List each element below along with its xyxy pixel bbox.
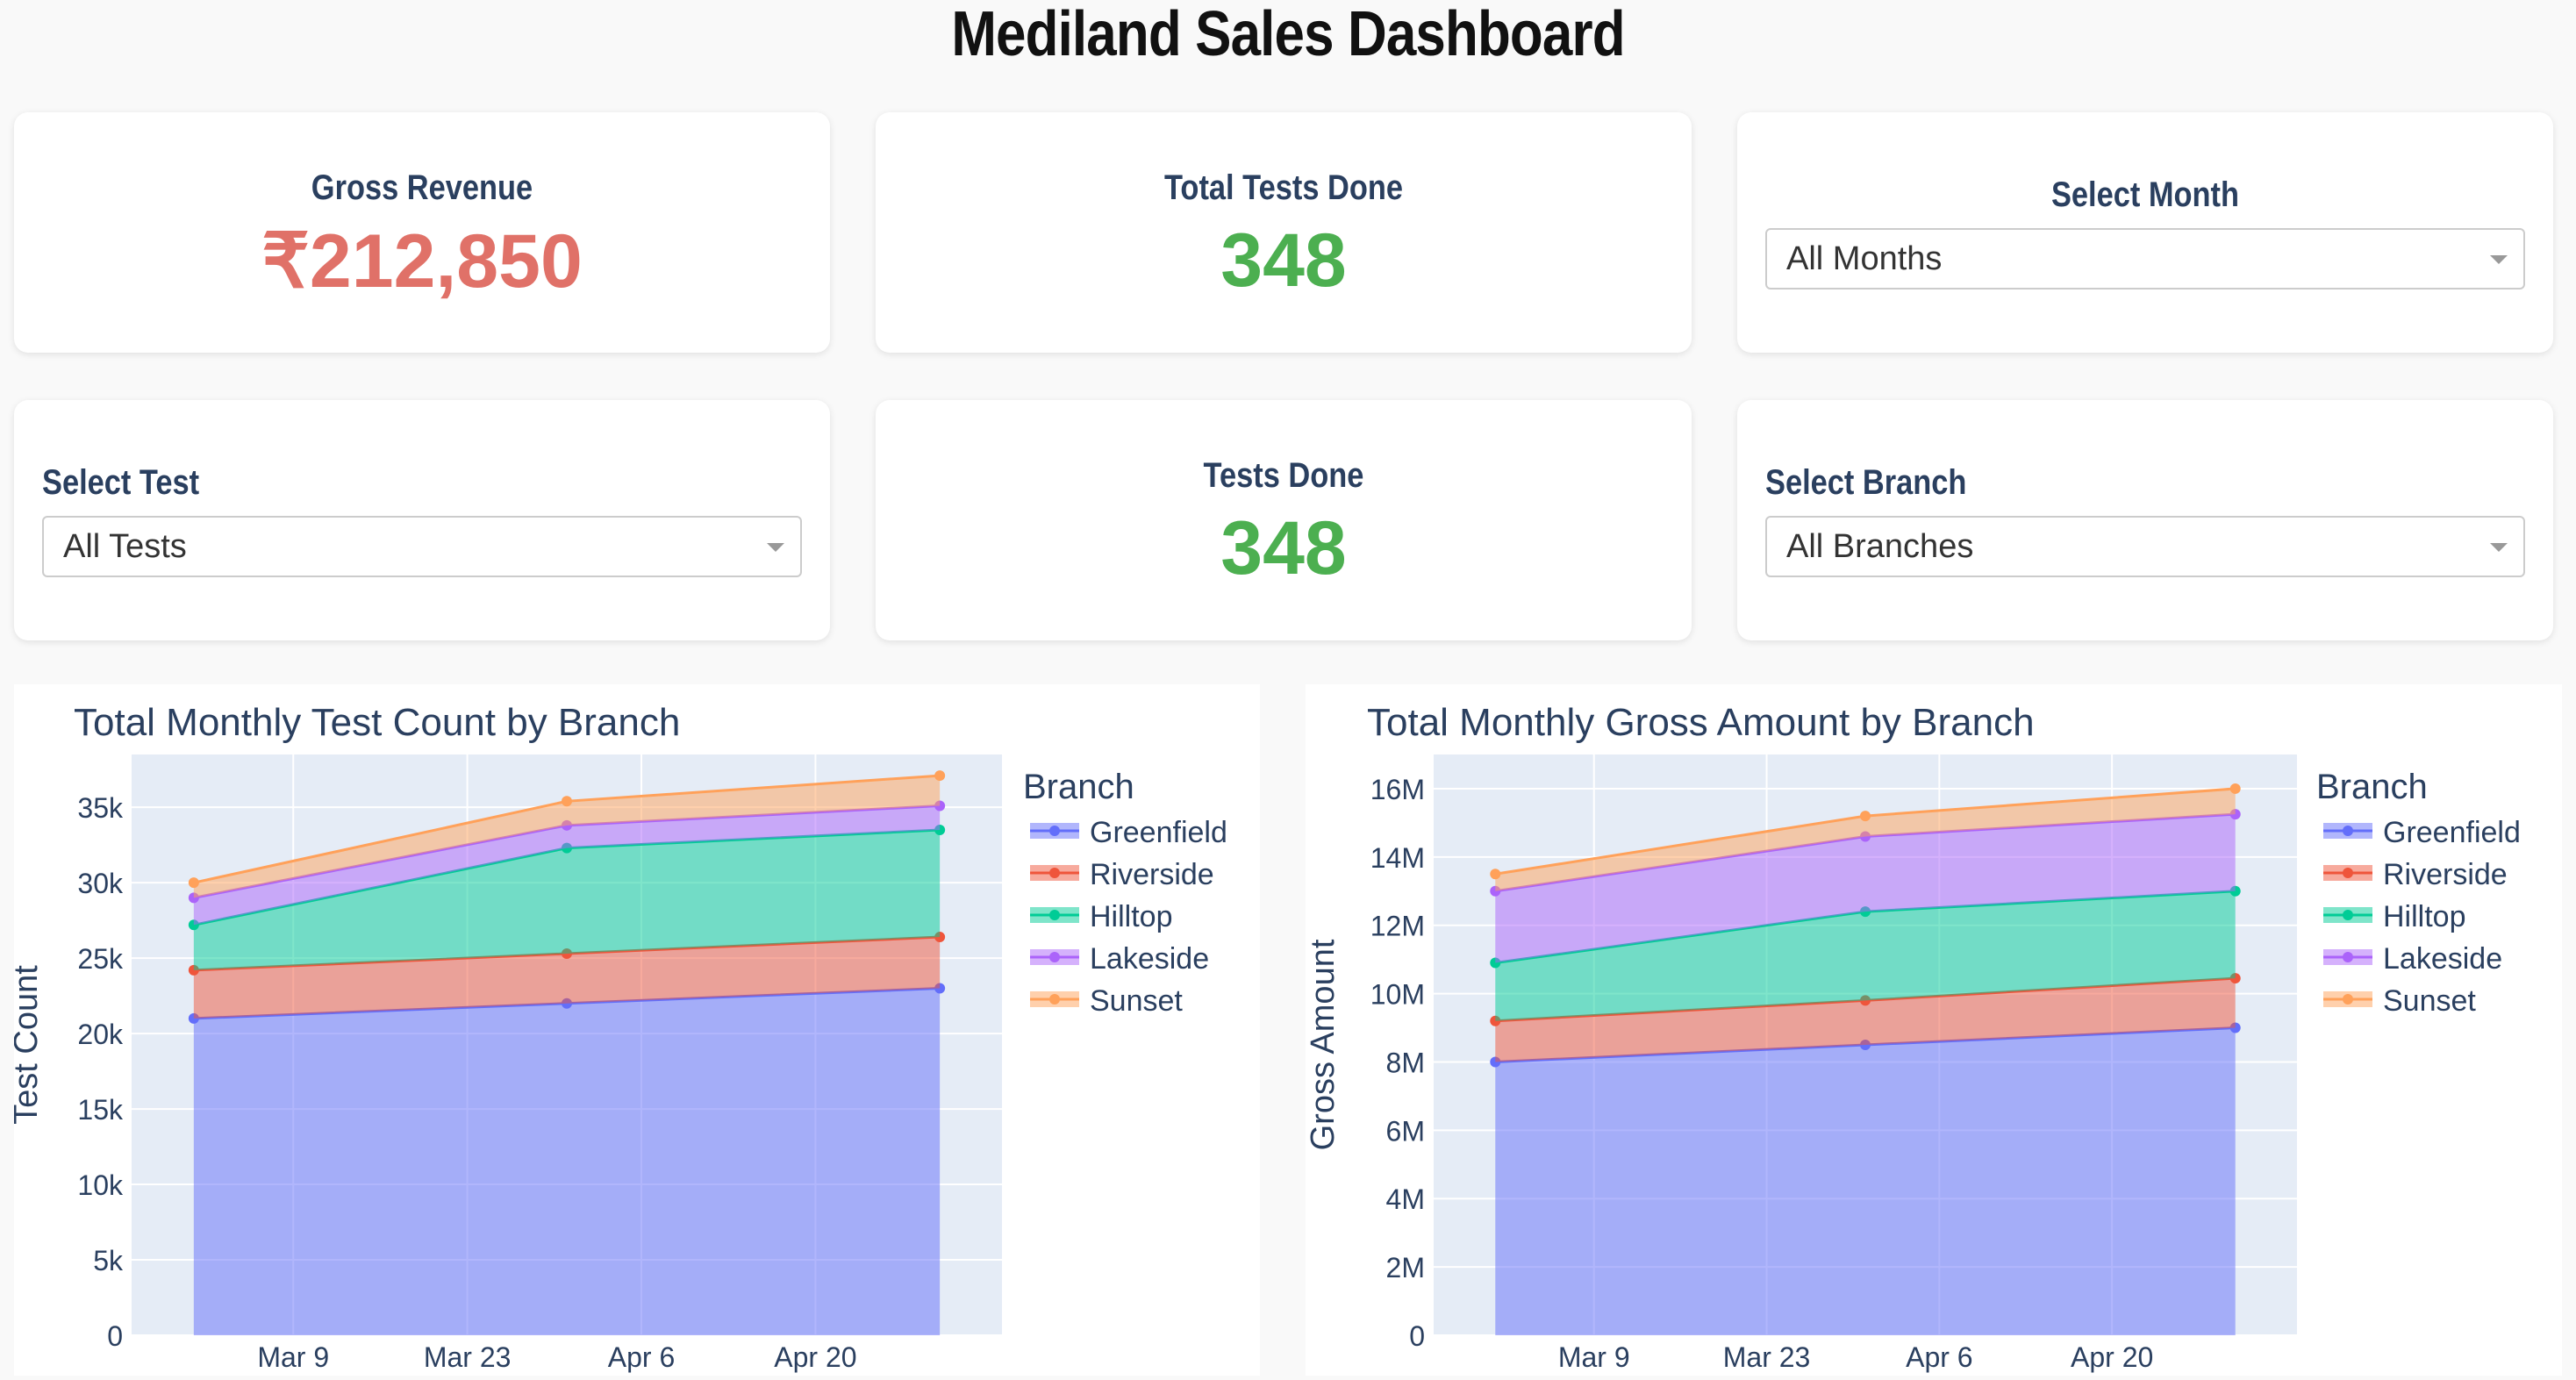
branch-filter-card: Select Branch All Branches — [1737, 400, 2553, 640]
tests-done-value: 348 — [1220, 506, 1347, 590]
chevron-down-icon — [767, 543, 784, 552]
test-select[interactable]: All Tests — [42, 516, 802, 577]
legend-item-riverside[interactable]: Riverside — [1030, 858, 1214, 891]
total-tests-value: 348 — [1220, 218, 1347, 303]
x-tick-label: Mar 9 — [257, 1341, 329, 1373]
legend-label: Greenfield — [1090, 816, 1227, 849]
y-tick-label: 10k — [77, 1169, 124, 1201]
y-tick-label: 12M — [1370, 911, 1425, 942]
legend-label: Sunset — [2383, 984, 2476, 1018]
test-count-chart: Total Monthly Test Count by Branch 0 5k 10k… — [8, 701, 1227, 1373]
dashboard-title: Mediland Sales Dashboard — [951, 0, 1625, 69]
gross-revenue-card: Gross Revenue ₹212,850 — [14, 112, 830, 353]
legend-label: Riverside — [1090, 858, 1214, 891]
y-tick-label: 16M — [1370, 774, 1425, 805]
y-tick-label: 15k — [77, 1094, 124, 1126]
x-tick-label: Apr 20 — [774, 1341, 856, 1373]
x-tick-label: Mar 9 — [1558, 1341, 1630, 1373]
legend-item-greenfield[interactable]: Greenfield — [2323, 816, 2521, 849]
area-greenfield — [1495, 1027, 2236, 1335]
month-select[interactable]: All Months — [1765, 228, 2525, 290]
y-tick-label: 6M — [1386, 1115, 1425, 1147]
x-tick-label: Mar 23 — [424, 1341, 512, 1373]
month-filter-card: Select Month All Months — [1737, 112, 2553, 353]
legend-item-riverside[interactable]: Riverside — [2323, 858, 2508, 891]
area-greenfield — [193, 988, 941, 1335]
legend-marker — [1049, 910, 1060, 920]
legend-title: Branch — [1023, 768, 1134, 806]
legend-label: Greenfield — [2383, 816, 2521, 849]
chevron-down-icon — [2490, 543, 2508, 552]
x-tick-label: Mar 23 — [1723, 1341, 1811, 1373]
branch-select-value: All Branches — [1786, 528, 1974, 565]
legend-item-sunset[interactable]: Sunset — [1030, 984, 1183, 1018]
chart-title: Total Monthly Test Count by Branch — [74, 701, 680, 744]
legend-marker — [1049, 994, 1060, 1005]
point-sunset[interactable] — [1490, 869, 1501, 880]
y-tick-label: 5k — [93, 1245, 124, 1276]
total-tests-card: Total Tests Done 348 — [876, 112, 1692, 353]
test-select-value: All Tests — [63, 528, 187, 565]
legend-item-lakeside[interactable]: Lakeside — [1030, 942, 1209, 976]
point-sunset[interactable] — [188, 877, 199, 889]
legend-title: Branch — [2316, 768, 2428, 806]
chart-title: Total Monthly Gross Amount by Branch — [1367, 701, 2035, 744]
gross-amount-chart: Total Monthly Gross Amount by Branch 0 2M 4… — [1305, 701, 2521, 1373]
legend-marker — [2343, 910, 2353, 920]
legend-label: Hilltop — [2383, 900, 2465, 933]
y-tick-label: 20k — [77, 1019, 124, 1050]
y-tick-label: 0 — [1409, 1320, 1425, 1352]
y-axis-label: Test Count — [14, 965, 45, 1125]
legend-marker — [1049, 826, 1060, 836]
tests-done-label: Tests Done — [1203, 456, 1364, 495]
point-sunset[interactable] — [2229, 783, 2241, 794]
legend-label: Riverside — [2383, 858, 2508, 891]
y-tick-label: 2M — [1386, 1252, 1425, 1283]
point-sunset[interactable] — [1860, 811, 1871, 822]
legend-label: Lakeside — [1090, 942, 1209, 976]
tests-done-card: Tests Done 348 — [876, 400, 1692, 640]
y-tick-label: 4M — [1386, 1183, 1425, 1215]
month-filter-label: Select Month — [2050, 175, 2240, 214]
legend-marker — [1049, 952, 1060, 962]
x-tick-label: Apr 6 — [1906, 1341, 1972, 1373]
legend-item-hilltop[interactable]: Hilltop — [1030, 900, 1172, 933]
month-select-value: All Months — [1786, 240, 1943, 277]
gross-amount-chart-card: Total Monthly Gross Amount by Branch 0 2M 4… — [1305, 684, 2562, 1376]
legend-marker — [2343, 994, 2353, 1005]
gross-revenue-value: ₹212,850 — [261, 219, 583, 304]
x-tick-label: Apr 6 — [608, 1341, 675, 1373]
legend-label: Lakeside — [2383, 942, 2502, 976]
test-count-chart-card: Total Monthly Test Count by Branch 0 5k 10k… — [8, 684, 1260, 1376]
legend-item-greenfield[interactable]: Greenfield — [1030, 816, 1227, 849]
legend-item-sunset[interactable]: Sunset — [2323, 984, 2476, 1018]
y-tick-label: 8M — [1386, 1047, 1425, 1078]
legend-marker — [1049, 868, 1060, 878]
y-tick-label: 35k — [77, 792, 124, 824]
point-sunset[interactable] — [562, 796, 572, 807]
gross-revenue-label: Gross Revenue — [311, 168, 533, 207]
y-tick-label: 25k — [77, 943, 124, 975]
branch-filter-label: Select Branch — [1765, 463, 1967, 502]
legend-marker — [2343, 868, 2353, 878]
chevron-down-icon — [2490, 255, 2508, 264]
test-filter-card: Select Test All Tests — [14, 400, 830, 640]
total-tests-label: Total Tests Done — [1163, 168, 1404, 207]
y-tick-label: 30k — [77, 868, 124, 899]
y-axis-label: Gross Amount — [1306, 939, 1342, 1150]
legend-label: Sunset — [1090, 984, 1183, 1018]
point-sunset[interactable] — [934, 770, 946, 782]
legend-marker — [2343, 952, 2353, 962]
legend-item-lakeside[interactable]: Lakeside — [2323, 942, 2502, 976]
legend-marker — [2343, 826, 2353, 836]
y-tick-label: 0 — [107, 1320, 123, 1352]
y-tick-label: 10M — [1370, 979, 1425, 1011]
test-filter-label: Select Test — [42, 463, 200, 502]
branch-select[interactable]: All Branches — [1765, 516, 2525, 577]
legend-item-hilltop[interactable]: Hilltop — [2323, 900, 2465, 933]
x-tick-label: Apr 20 — [2071, 1341, 2153, 1373]
legend-label: Hilltop — [1090, 900, 1172, 933]
y-tick-label: 14M — [1370, 842, 1425, 874]
